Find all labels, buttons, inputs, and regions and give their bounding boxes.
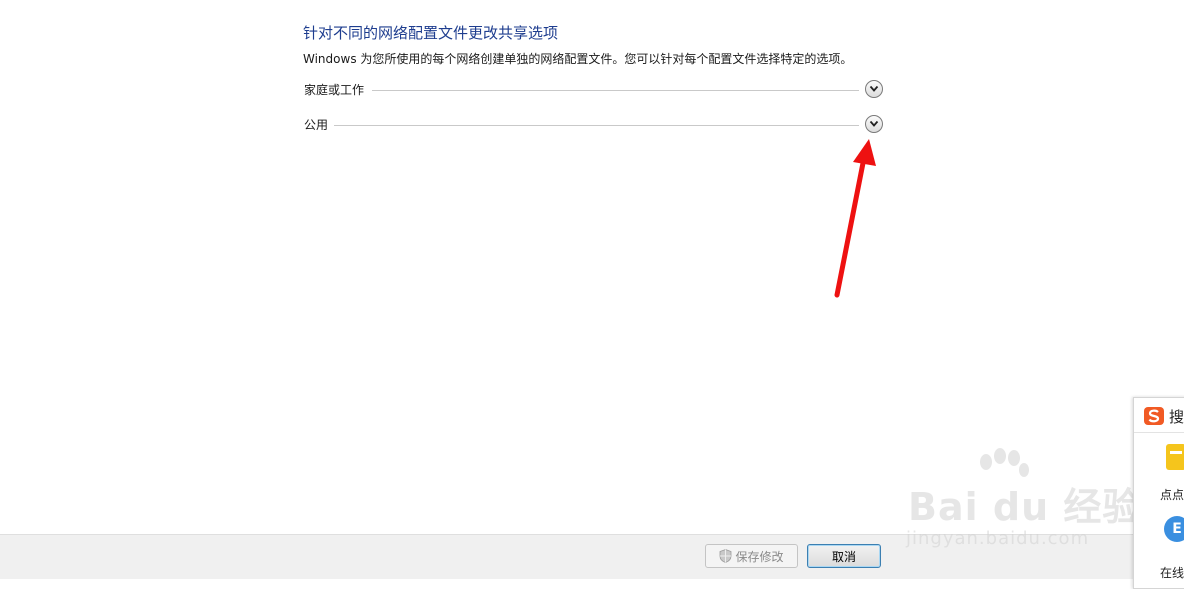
profile-row-home-work[interactable]: 家庭或工作 xyxy=(303,79,883,101)
ime-item-label[interactable]: 在线 xyxy=(1160,564,1184,581)
page-title: 针对不同的网络配置文件更改共享选项 xyxy=(303,24,559,42)
profile-label-public: 公用 xyxy=(304,116,335,133)
expand-home-work-button[interactable] xyxy=(865,80,883,98)
cancel-button[interactable]: 取消 xyxy=(807,544,881,568)
profile-label-home-work: 家庭或工作 xyxy=(304,81,371,98)
ime-item-label[interactable]: 点点 xyxy=(1160,486,1184,503)
paw-print-icon xyxy=(980,448,1029,477)
ime-toolbar-panel: 搜 点点 E 在线 xyxy=(1133,397,1184,589)
ime-online-icon[interactable]: E xyxy=(1164,516,1184,542)
uac-shield-icon xyxy=(720,549,732,563)
profile-row-public[interactable]: 公用 xyxy=(303,114,883,136)
cancel-label: 取消 xyxy=(831,549,856,564)
watermark-main-text: Bai du 经验 xyxy=(908,485,1142,529)
sogou-logo-icon xyxy=(1144,407,1164,425)
page-description: Windows 为您所使用的每个网络创建单独的网络配置文件。您可以针对每个配置文… xyxy=(303,52,853,66)
ime-header: 搜 xyxy=(1134,398,1184,433)
ime-title: 搜 xyxy=(1169,408,1184,426)
save-changes-button[interactable]: 保存修改 xyxy=(705,544,798,568)
chevron-down-icon xyxy=(869,85,879,92)
profile-divider xyxy=(372,90,859,91)
ime-app-icon[interactable] xyxy=(1166,444,1184,470)
profile-divider xyxy=(333,125,859,126)
footer-bar xyxy=(0,534,1184,579)
annotation-arrow-icon xyxy=(834,139,876,298)
save-changes-label: 保存修改 xyxy=(735,549,784,564)
chevron-down-icon xyxy=(869,120,879,127)
